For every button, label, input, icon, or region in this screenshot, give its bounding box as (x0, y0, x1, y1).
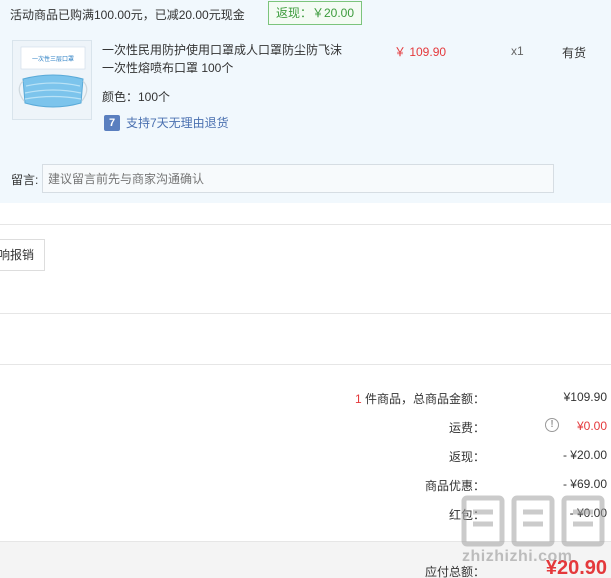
items-total-label: 件商品，总商品金额： (364, 392, 485, 406)
redpacket-label: 红包： (448, 508, 485, 522)
product-thumbnail[interactable]: 一次性三层口罩 (12, 40, 92, 120)
item-count: 1 (354, 392, 362, 406)
watermark-text: zhizhizhi.com (462, 548, 573, 565)
divider (0, 224, 611, 225)
return-policy-label[interactable]: 支持7天无理由退货 (126, 114, 229, 131)
seven-day-return-icon: 7 (104, 114, 120, 131)
rebate-badge: 返现：￥20.00 (268, 1, 362, 25)
summary-discount-row: 商品优惠： - ¥69.00 (0, 477, 611, 497)
product-title[interactable]: 一次性民用防护使用口罩成人口罩防尘防飞沫一次性熔喷布口罩 100个 (102, 41, 352, 77)
shipping-label: 运费： (448, 421, 485, 435)
summary-shipping-row: 运费： ! ¥0.00 (0, 418, 611, 439)
promotion-text: 活动商品已购满100.00元，已减20.00元现金 (10, 8, 245, 22)
summary-items-row: 1 件商品，总商品金额： ¥109.90 (0, 390, 611, 410)
divider (0, 313, 611, 314)
stock-status: 有货 (562, 46, 587, 60)
product-quantity: x1 (511, 44, 524, 58)
summary-rebate-row: 返现： - ¥20.00 (0, 448, 611, 468)
rebate-label: 返现： (448, 450, 485, 464)
invoice-button[interactable]: 响报销 (0, 239, 45, 271)
items-total-value: ¥109.90 (563, 390, 607, 404)
divider (0, 364, 611, 365)
product-price: ￥ 109.90 (394, 45, 447, 59)
rebate-value: - ¥20.00 (562, 448, 607, 462)
items-summary-label: 1 件商品，总商品金额： (355, 390, 485, 407)
return-policy: 7 支持7天无理由退货 (104, 114, 229, 131)
redpacket-value: - ¥0.00 (569, 506, 607, 520)
thumbnail-caption: 一次性三层口罩 (32, 55, 74, 63)
shipping-value: ¥0.00 (576, 419, 607, 433)
product-attribute: 颜色：100个 (102, 90, 171, 104)
note-label: 留言: (11, 173, 39, 187)
mask-image-icon: 一次性三层口罩 (13, 41, 91, 119)
discount-label: 商品优惠： (424, 479, 485, 493)
note-input[interactable] (42, 164, 554, 193)
discount-value: - ¥69.00 (562, 477, 607, 491)
summary-redpacket-row: 红包： - ¥0.00 (0, 506, 611, 526)
promotion-panel: 活动商品已购满100.00元，已减20.00元现金 返现：￥20.00 一次性三… (0, 0, 611, 203)
